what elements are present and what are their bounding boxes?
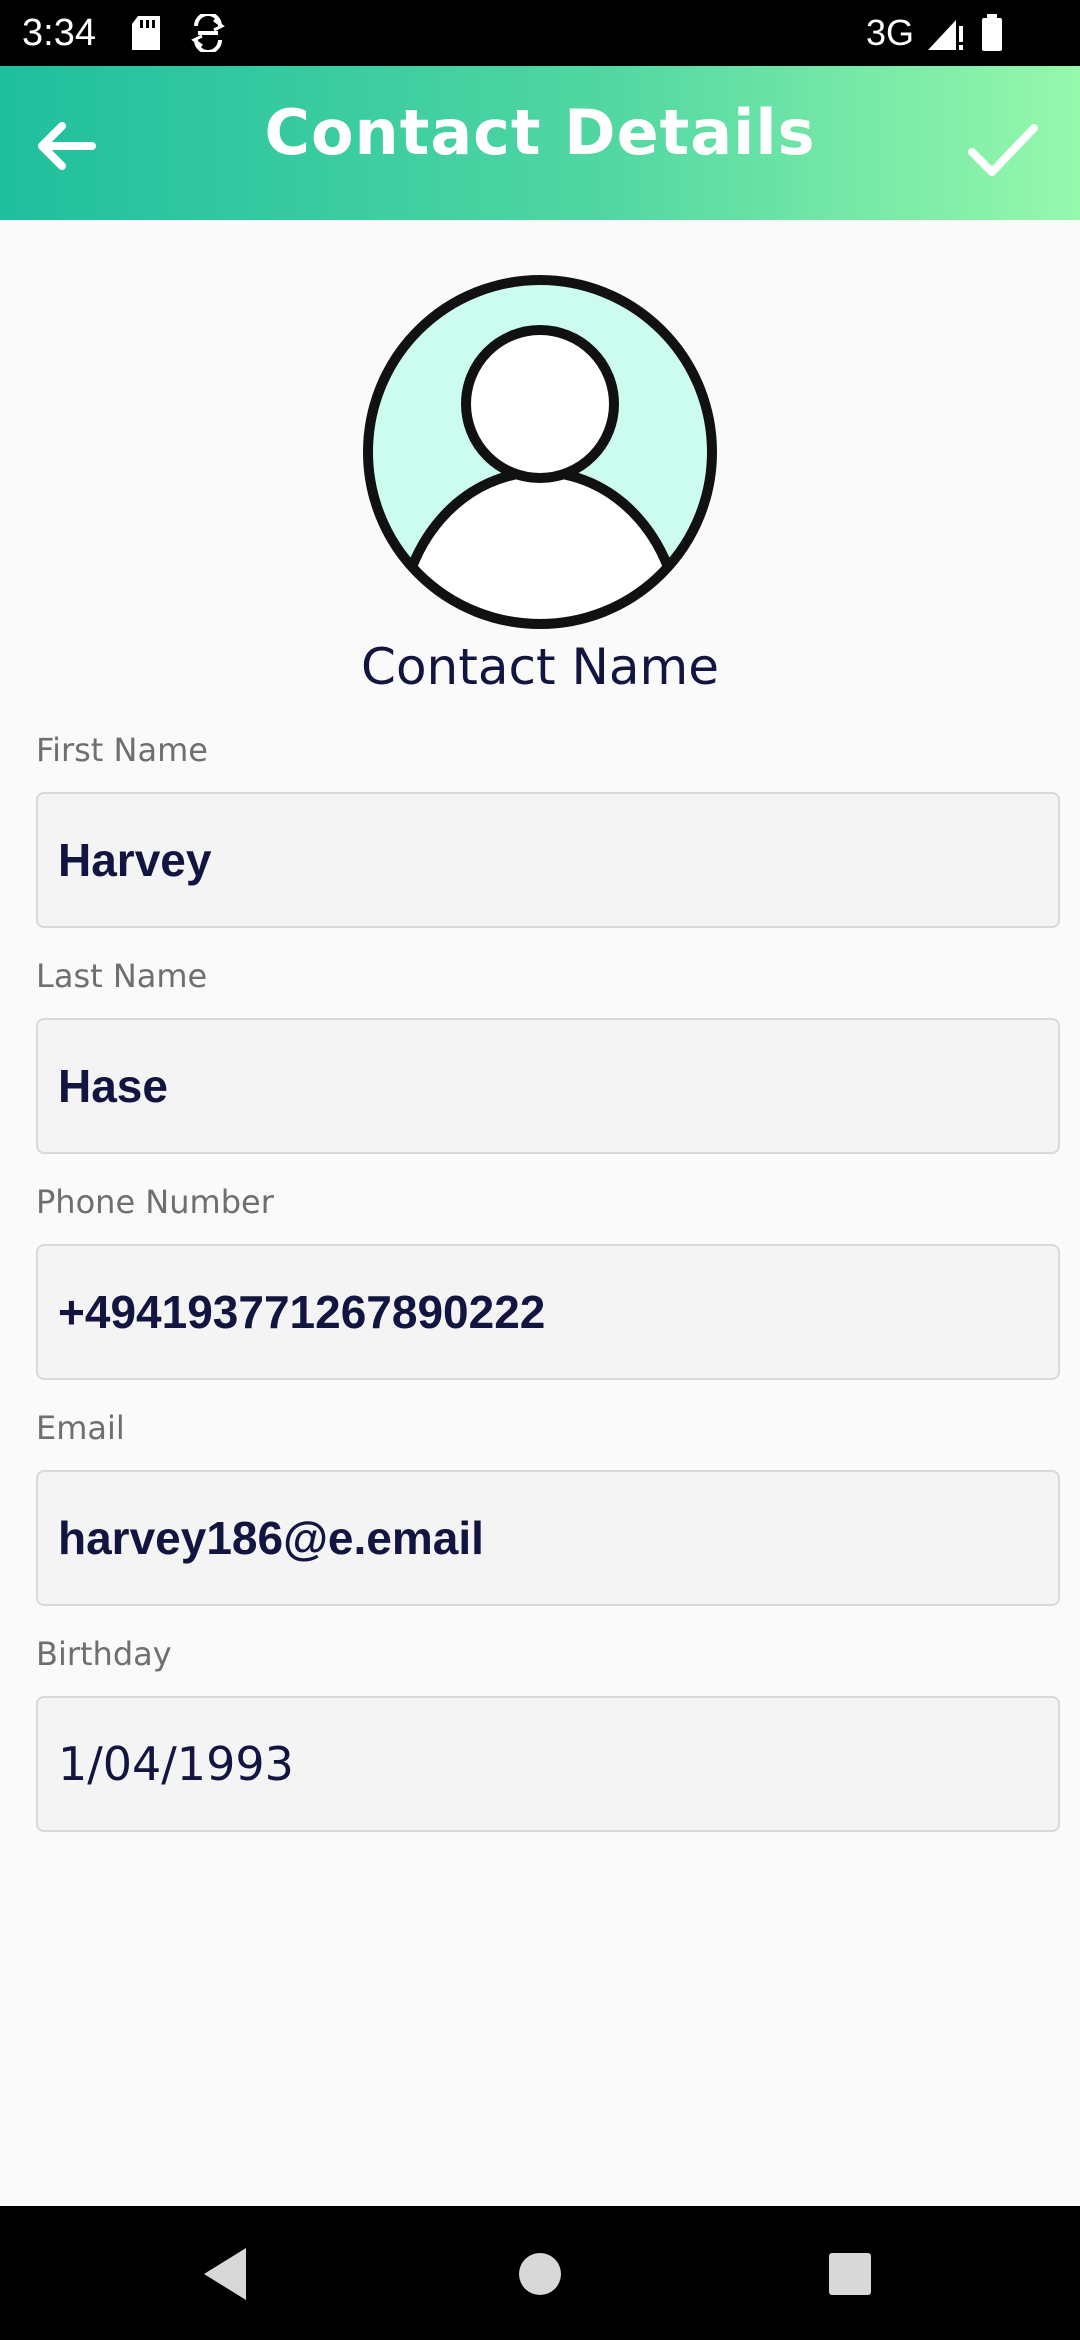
first-name-field-box — [36, 792, 1060, 928]
save-button[interactable] — [962, 110, 1042, 190]
status-time: 3:34 — [22, 12, 96, 54]
email-field-box — [36, 1470, 1060, 1606]
sync-icon — [190, 12, 226, 56]
birthday-field-box — [36, 1696, 1060, 1832]
nav-back-button[interactable] — [188, 2236, 264, 2312]
checkmark-icon — [968, 124, 1038, 176]
nav-recents-icon — [829, 2253, 871, 2295]
birthday-label: Birthday — [36, 1635, 172, 1673]
navigation-bar — [0, 2206, 1080, 2340]
battery-icon — [980, 14, 1004, 56]
network-type: 3G — [866, 12, 915, 53]
phone-number-label: Phone Number — [36, 1183, 274, 1221]
contact-avatar[interactable] — [360, 272, 720, 632]
signal-icon — [926, 14, 964, 56]
nav-recents-button[interactable] — [812, 2236, 888, 2312]
first-name-label: First Name — [36, 731, 208, 769]
last-name-input[interactable] — [58, 1020, 1038, 1152]
page-title: Contact Details — [264, 96, 816, 169]
last-name-field-box — [36, 1018, 1060, 1154]
nav-back-icon — [204, 2248, 246, 2300]
last-name-label: Last Name — [36, 957, 208, 995]
first-name-input[interactable] — [58, 794, 1038, 926]
nav-home-icon — [519, 2253, 561, 2295]
app-bar: Contact Details — [0, 66, 1080, 220]
email-input[interactable] — [58, 1472, 1038, 1604]
email-label: Email — [36, 1409, 125, 1447]
person-avatar-icon — [363, 275, 717, 629]
nav-home-button[interactable] — [502, 2236, 578, 2312]
sd-card-icon — [130, 14, 162, 56]
birthday-input[interactable] — [58, 1698, 1038, 1830]
phone-number-field-box — [36, 1244, 1060, 1380]
status-bar: 3:34 3G — [0, 0, 1080, 66]
phone-number-input[interactable] — [58, 1246, 1038, 1378]
contact-name-heading: Contact Name — [361, 638, 719, 696]
